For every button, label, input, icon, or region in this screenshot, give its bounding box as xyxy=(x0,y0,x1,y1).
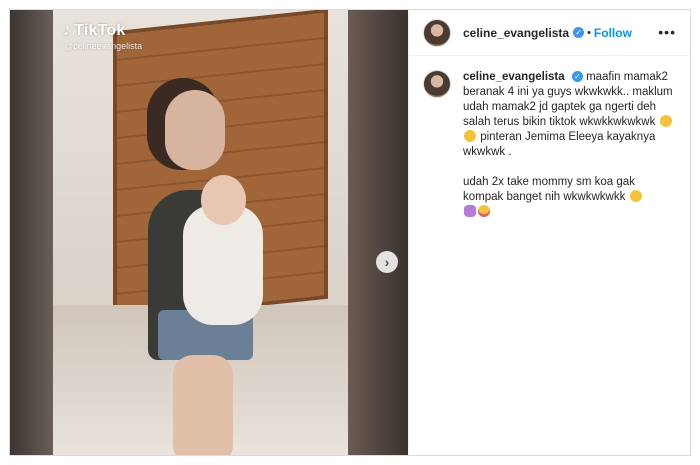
header-username[interactable]: celine_evangelista xyxy=(463,26,569,40)
media-blur-right xyxy=(348,10,408,455)
video-frame[interactable] xyxy=(53,10,348,455)
caption-text-3: udah 2x take mommy sm koa gak kompak ban… xyxy=(463,176,635,203)
caption-paragraph-2: udah 2x take mommy sm koa gak kompak ban… xyxy=(463,175,676,220)
caption-body: celine_evangelista ✓ maafin mamak2 beran… xyxy=(463,70,676,220)
tongue-face-emoji-icon xyxy=(478,205,490,217)
rolling-laughing-emoji-icon xyxy=(629,190,642,202)
tiktok-brand-text: TikTok xyxy=(74,22,126,39)
verified-badge-icon: ✓ xyxy=(573,27,585,38)
chevron-right-icon: › xyxy=(384,254,390,270)
post-header: celine_evangelista ✓ • Follow ••• xyxy=(409,10,690,56)
follow-button[interactable]: Follow xyxy=(594,26,632,40)
post-sidebar: celine_evangelista ✓ • Follow ••• celine… xyxy=(408,10,690,455)
caption-comment: celine_evangelista ✓ maafin mamak2 beran… xyxy=(409,56,690,220)
next-media-button[interactable]: › xyxy=(376,251,398,273)
instagram-post: ♪ TikTok @celineevangelista › celine_evan… xyxy=(9,9,691,456)
caption-text-2: pinteran Jemima Eleeya kayaknya wkwkwk . xyxy=(463,131,656,158)
verified-badge-icon: ✓ xyxy=(571,71,583,83)
tiktok-watermark: ♪ TikTok xyxy=(63,22,126,40)
caption-username[interactable]: celine_evangelista xyxy=(463,71,565,83)
more-options-icon[interactable]: ••• xyxy=(658,24,676,40)
woman-head xyxy=(165,90,225,170)
media-blur-left xyxy=(10,10,53,455)
woman-gesturing-emoji-icon xyxy=(464,205,476,217)
tiktok-handle: @celineevangelista xyxy=(64,41,143,51)
avatar[interactable] xyxy=(423,18,451,47)
post-media[interactable]: ♪ TikTok @celineevangelista › xyxy=(10,10,408,455)
separator-dot: • xyxy=(587,26,591,39)
grinning-emoji-icon xyxy=(464,130,476,142)
rolling-laughing-emoji-icon xyxy=(659,115,672,127)
caption-avatar[interactable] xyxy=(423,70,451,98)
legs xyxy=(173,355,233,455)
baby-head xyxy=(201,175,246,225)
tiktok-note-icon: ♪ xyxy=(63,22,72,39)
